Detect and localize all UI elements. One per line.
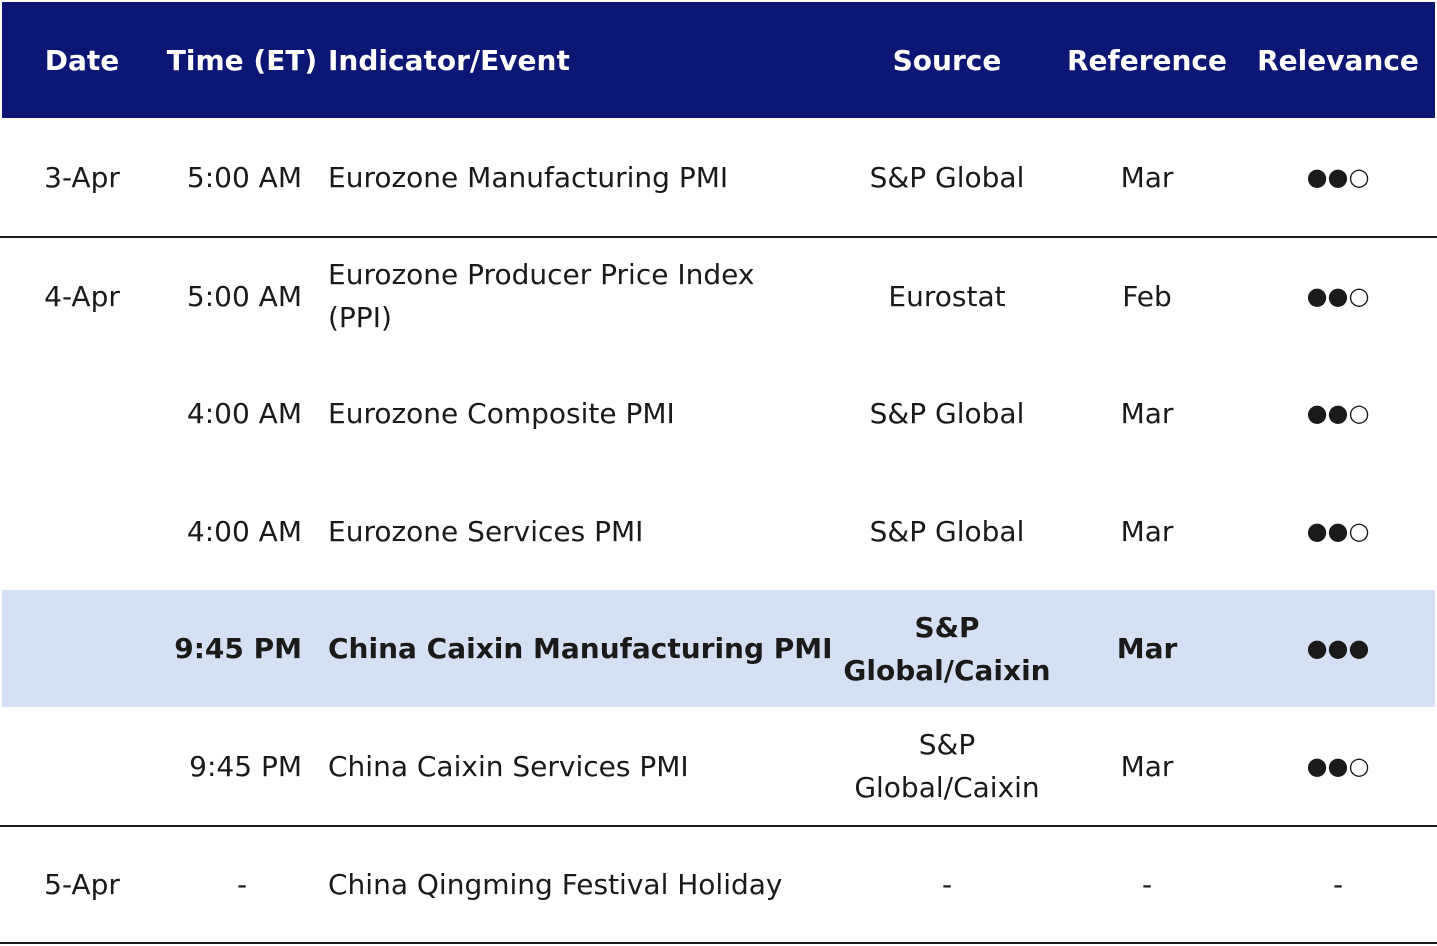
row-relevance: ●●○ — [1306, 751, 1370, 780]
row-source: S&P Global/Caixin — [843, 610, 1051, 687]
row-date — [2, 590, 162, 707]
row-relevance: ●●○ — [1306, 516, 1370, 545]
row-date: 5-Apr — [44, 868, 120, 901]
header-source: Source — [892, 43, 1002, 77]
table-row: 9:45 PM China Caixin Services PMI S&P Gl… — [2, 707, 1435, 825]
row-time: - — [236, 868, 248, 901]
row-reference: Feb — [1122, 279, 1172, 313]
economic-calendar-table: Date Time (ET) Indicator/Event Source Re… — [0, 0, 1437, 946]
row-source: Eurostat — [888, 279, 1006, 313]
row-date: 4-Apr — [44, 279, 120, 313]
row-time: 5:00 AM — [186, 279, 302, 313]
header-relevance: Relevance — [1257, 43, 1419, 77]
row-relevance: ●●○ — [1306, 281, 1370, 310]
row-reference: - — [1141, 868, 1153, 901]
row-event: Eurozone Services PMI — [328, 514, 644, 548]
row-reference: Mar — [1120, 396, 1174, 430]
row-time: 9:45 PM — [174, 632, 302, 665]
row-source: - — [941, 868, 953, 901]
table-row: 5-Apr - China Qingming Festival Holiday … — [2, 827, 1435, 942]
row-time: 5:00 AM — [186, 160, 302, 194]
table-bottom-border — [0, 942, 1437, 944]
table-row: 4:00 AM Eurozone Composite PMI S&P Globa… — [2, 354, 1435, 472]
header-time: Time (ET) — [166, 43, 318, 77]
row-event: Eurozone Manufacturing PMI — [328, 160, 729, 194]
row-date — [2, 354, 162, 472]
row-relevance: ●●○ — [1306, 398, 1370, 427]
row-event: Eurozone Composite PMI — [328, 396, 675, 430]
table-row: 4:00 AM Eurozone Services PMI S&P Global… — [2, 472, 1435, 590]
header-date: Date — [44, 43, 120, 77]
row-source: S&P Global — [869, 396, 1025, 430]
header-event: Indicator/Event — [328, 43, 570, 77]
row-source: S&P Global — [869, 160, 1025, 194]
row-event: China Caixin Manufacturing PMI — [328, 632, 833, 665]
row-time: 9:45 PM — [189, 749, 302, 783]
row-date: 3-Apr — [44, 160, 120, 194]
row-event: Eurozone Producer Price Index (PPI) — [328, 258, 755, 334]
row-relevance: - — [1332, 868, 1344, 901]
table-row: 3-Apr 5:00 AM Eurozone Manufacturing PMI… — [2, 118, 1435, 236]
table-row-highlighted: 9:45 PM China Caixin Manufacturing PMI S… — [2, 590, 1435, 707]
row-time: 4:00 AM — [186, 514, 302, 548]
row-event: China Qingming Festival Holiday — [328, 868, 783, 901]
row-reference: Mar — [1120, 160, 1174, 194]
row-date — [2, 707, 162, 825]
row-event: China Caixin Services PMI — [328, 749, 689, 783]
row-date — [2, 472, 162, 590]
row-relevance: ●●○ — [1306, 162, 1370, 191]
row-reference: Mar — [1116, 632, 1178, 665]
table-header: Date Time (ET) Indicator/Event Source Re… — [2, 2, 1435, 118]
row-reference: Mar — [1120, 749, 1174, 783]
row-reference: Mar — [1120, 514, 1174, 548]
row-time: 4:00 AM — [186, 396, 302, 430]
row-relevance: ●●● — [1306, 634, 1370, 662]
table-row: 4-Apr 5:00 AM Eurozone Producer Price In… — [2, 238, 1435, 354]
header-reference: Reference — [1066, 43, 1228, 77]
row-source: S&P Global/Caixin — [854, 728, 1040, 804]
row-source: S&P Global — [869, 514, 1025, 548]
